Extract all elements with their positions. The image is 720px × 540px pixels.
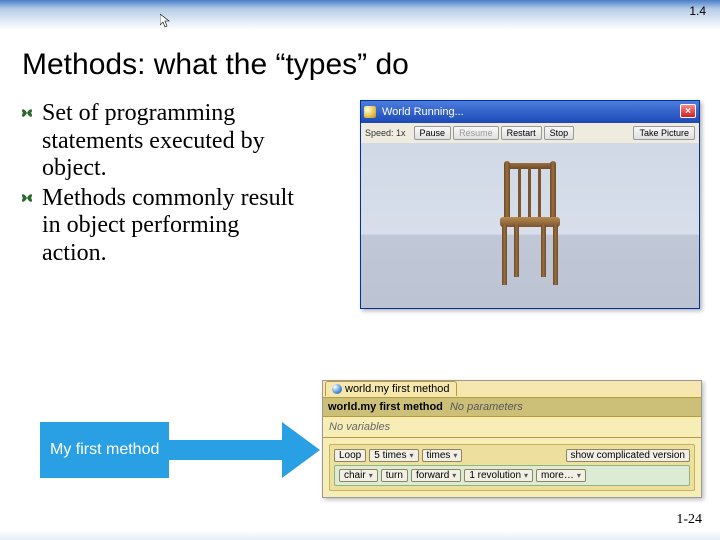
slide-title: Methods: what the “types” do	[0, 30, 720, 100]
callout-arrow: My first method	[40, 420, 320, 480]
close-button[interactable]: ×	[680, 104, 696, 118]
loop-block: Loop 5 times▾ times▾ show complicated ve…	[329, 444, 695, 491]
action-more[interactable]: more…▾	[536, 469, 586, 482]
titlebar-text: World Running...	[382, 106, 464, 118]
action-direction[interactable]: forward▾	[411, 469, 461, 482]
resume-button[interactable]: Resume	[453, 126, 499, 140]
chair-object	[490, 161, 570, 291]
loop-count[interactable]: 5 times▾	[369, 449, 418, 462]
footer-band	[0, 530, 720, 540]
restart-button[interactable]: Restart	[501, 126, 542, 140]
take-picture-button[interactable]: Take Picture	[633, 126, 695, 140]
titlebar: World Running... ×	[361, 101, 699, 123]
world-icon	[364, 106, 376, 118]
chapter-number: 1.4	[689, 4, 706, 18]
arrow-shaft	[169, 440, 282, 460]
bullet-list: Set of programming statements executed b…	[20, 100, 320, 270]
globe-icon	[332, 384, 342, 394]
page-number: 1-24	[676, 512, 702, 528]
arrow-head-icon	[282, 422, 320, 478]
method-editor: world.my first method world.my first met…	[322, 380, 702, 498]
butterfly-icon	[20, 106, 38, 124]
butterfly-icon	[20, 191, 38, 209]
action-verb[interactable]: turn	[381, 469, 408, 482]
speed-label: Speed: 1x	[365, 128, 406, 138]
method-body: Loop 5 times▾ times▾ show complicated ve…	[323, 438, 701, 497]
show-complicated-button[interactable]: show complicated version	[566, 449, 691, 462]
action-row: chair▾ turn forward▾ 1 revolution▾ more……	[334, 465, 690, 486]
method-tab[interactable]: world.my first method	[325, 381, 457, 396]
method-header: world.my first method No parameters	[323, 397, 701, 417]
method-no-variables: No variables	[323, 417, 701, 438]
action-amount[interactable]: 1 revolution▾	[464, 469, 533, 482]
scene-viewport	[361, 143, 699, 308]
content-area: Set of programming statements executed b…	[0, 100, 720, 309]
loop-keyword[interactable]: Loop	[334, 449, 366, 462]
bullet-text: Set of programming statements executed b…	[42, 100, 308, 183]
bullet-item: Set of programming statements executed b…	[20, 100, 308, 183]
callout-text: My first method	[40, 422, 169, 478]
stop-button[interactable]: Stop	[544, 126, 575, 140]
method-tab-label: world.my first method	[345, 383, 450, 395]
bullet-text: Methods commonly result in object perfor…	[42, 185, 308, 268]
header-band	[0, 0, 720, 30]
method-name: world.my first method	[328, 401, 443, 413]
method-params: No parameters	[450, 401, 523, 413]
bullet-item: Methods commonly result in object perfor…	[20, 185, 308, 268]
action-subject[interactable]: chair▾	[339, 469, 378, 482]
toolbar: Speed: 1x Pause Resume Restart Stop Take…	[361, 123, 699, 143]
loop-header: Loop 5 times▾ times▾ show complicated ve…	[334, 449, 690, 462]
loop-times-token: times▾	[422, 449, 463, 462]
screenshot-panel: World Running... × Speed: 1x Pause Resum…	[320, 100, 700, 309]
world-running-window: World Running... × Speed: 1x Pause Resum…	[360, 100, 700, 309]
pause-button[interactable]: Pause	[414, 126, 452, 140]
